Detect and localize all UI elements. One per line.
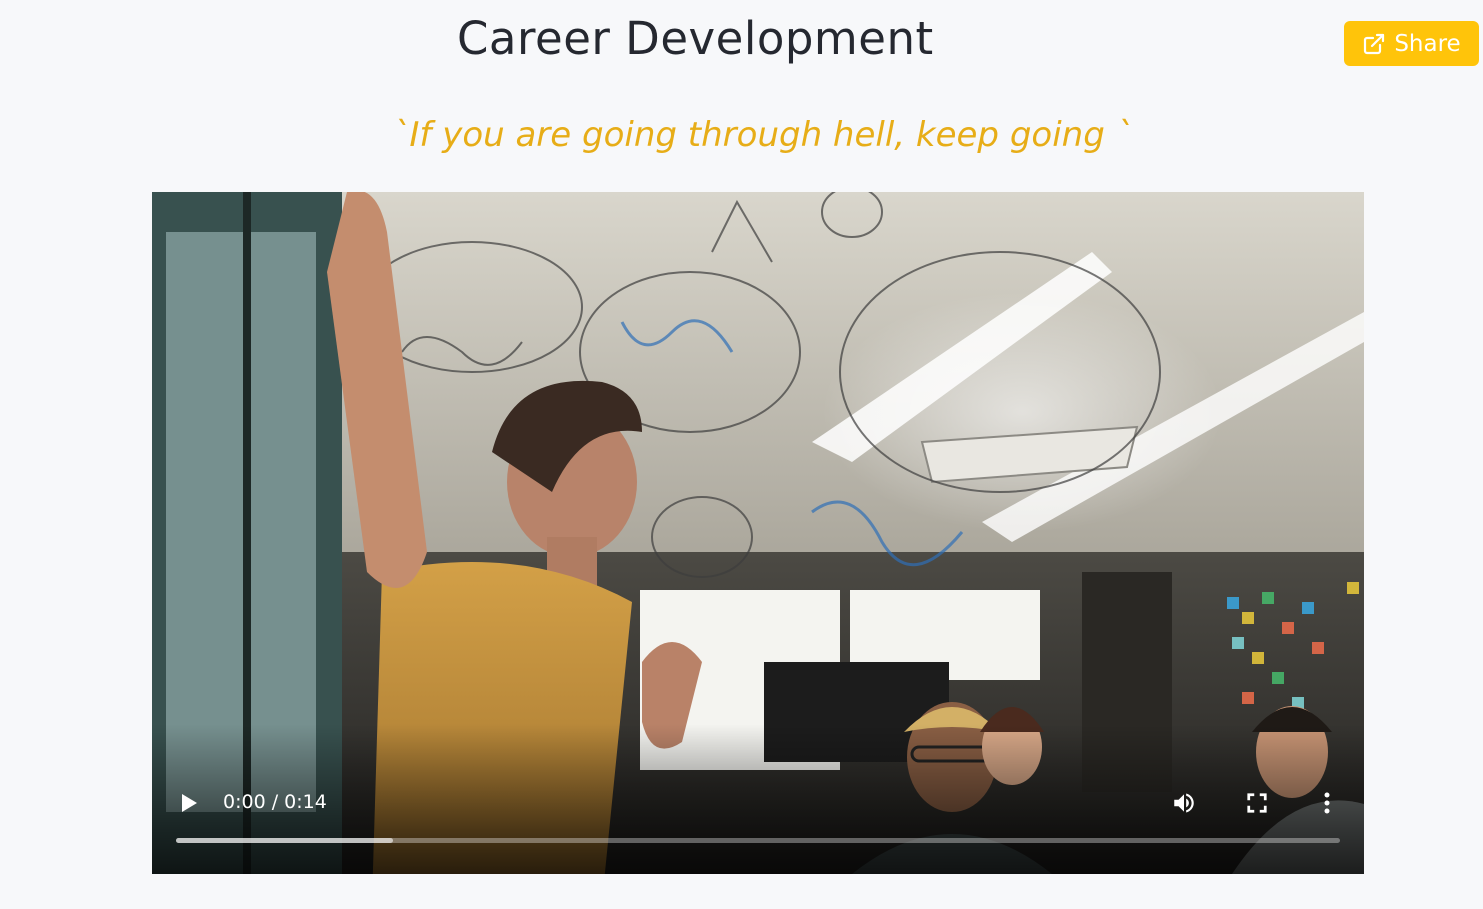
page: Career Development Share `If you are goi… [0,0,1483,909]
motivational-quote: `If you are going through hell, keep goi… [392,115,1133,155]
video-player[interactable]: 0:00 / 0:14 [152,192,1364,874]
more-vertical-icon [1324,792,1330,814]
share-button[interactable]: Share [1344,21,1479,66]
external-link-icon [1362,32,1386,56]
volume-button[interactable] [1167,786,1201,820]
fullscreen-button[interactable] [1240,786,1274,820]
progress-buffered [176,838,393,843]
progress-bar[interactable] [176,838,1340,843]
more-options-button[interactable] [1312,786,1342,820]
fullscreen-icon [1247,793,1267,813]
play-button[interactable] [172,788,206,818]
share-button-label: Share [1394,30,1461,57]
time-display: 0:00 / 0:14 [223,791,327,813]
page-title: Career Development [457,12,934,65]
play-icon [182,794,197,812]
volume-icon [1174,793,1194,813]
